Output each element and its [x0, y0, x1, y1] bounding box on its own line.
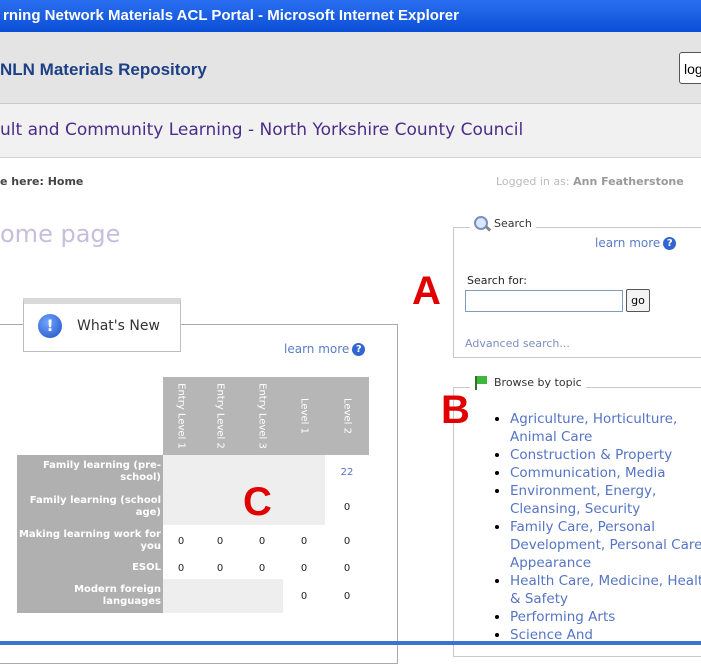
search-legend: Search	[470, 216, 536, 232]
topic-link[interactable]: Health Care, Medicine, Health & Safety	[510, 572, 701, 608]
browse-legend-label: Browse by topic	[494, 376, 582, 389]
row-label: ESOL	[17, 557, 163, 579]
help-icon: ?	[663, 237, 677, 250]
search-input[interactable]	[465, 290, 623, 312]
column-header: Level 2	[325, 377, 369, 455]
table-cell	[283, 455, 325, 489]
whats-new-learn-more-link[interactable]: learn more?	[284, 342, 366, 356]
row-label: Family learning (school age)	[17, 489, 163, 525]
row-label: Making learning work for you	[17, 525, 163, 557]
go-button[interactable]: go	[626, 289, 650, 312]
table-cell	[241, 579, 283, 613]
page-title: ome page	[0, 220, 121, 248]
table-cell: 0	[216, 535, 224, 547]
organisation-title: ult and Community Learning - North Yorks…	[0, 120, 524, 140]
row-label: Modern foreign languages	[17, 579, 163, 613]
table-cell	[199, 489, 241, 525]
table-cell: 0	[343, 562, 351, 574]
table-row: Family learning (school age) 0	[17, 489, 369, 525]
topic-link[interactable]: Performing Arts	[510, 608, 701, 626]
table-row: ESOL 0 0 0 0 0	[17, 557, 369, 579]
organisation-header: ult and Community Learning - North Yorks…	[0, 104, 701, 158]
table-cell: 0	[177, 535, 185, 547]
logged-in-prefix: Logged in as:	[496, 175, 570, 188]
help-icon: ?	[352, 343, 366, 356]
annotation-marker-b: B	[441, 388, 470, 432]
logged-in-user[interactable]: Ann Featherstone	[573, 175, 684, 188]
table-cell: 0	[300, 590, 308, 602]
search-learn-more-link[interactable]: learn more?	[595, 236, 677, 250]
table-cell	[283, 489, 325, 525]
login-button[interactable]: log	[679, 52, 701, 84]
table-cell: 0	[258, 535, 266, 547]
matrix-corner	[17, 377, 163, 455]
annotation-marker-c: C	[243, 480, 272, 524]
info-icon: !	[38, 314, 62, 338]
whats-new-label: What's New	[77, 318, 160, 334]
repository-title: NLN Materials Repository	[0, 60, 207, 79]
browse-legend: Browse by topic	[470, 376, 586, 390]
table-cell	[163, 579, 199, 613]
breadcrumb: e here: Home	[0, 175, 84, 188]
row-label: Family learning (pre-school)	[17, 455, 163, 489]
flag-icon	[474, 376, 488, 390]
table-row: Family learning (pre-school) 22	[17, 455, 369, 489]
table-cell: 0	[300, 562, 308, 574]
magnifier-icon	[474, 216, 490, 232]
window-title-bar: rning Network Materials ACL Portal - Mic…	[0, 0, 701, 32]
table-cell: 0	[177, 562, 185, 574]
table-cell: 0	[258, 562, 266, 574]
window-bottom-edge	[0, 641, 701, 645]
logged-in-status: Logged in as: Ann Featherstone	[496, 175, 684, 188]
topic-link[interactable]: Agriculture, Horticulture, Animal Care	[510, 410, 701, 446]
table-row: Modern foreign languages 0 0	[17, 579, 369, 613]
topic-link[interactable]: Environment, Energy, Cleansing, Security	[510, 482, 701, 518]
search-for-label: Search for:	[467, 274, 527, 287]
table-cell	[199, 455, 241, 489]
table-cell: 0	[343, 501, 351, 513]
table-cell-link[interactable]: 22	[325, 455, 369, 489]
column-header: Entry Level 3	[241, 377, 283, 455]
whats-new-matrix: Entry Level 1 Entry Level 2 Entry Level …	[17, 377, 369, 613]
topic-link[interactable]: Communication, Media	[510, 464, 701, 482]
learn-more-text: learn more	[595, 236, 661, 250]
annotation-marker-a: A	[412, 269, 441, 313]
column-header: Entry Level 2	[199, 377, 241, 455]
table-cell	[163, 489, 199, 525]
topic-list: Agriculture, Horticulture, Animal Care C…	[493, 410, 701, 644]
table-cell: 0	[300, 535, 308, 547]
search-legend-label: Search	[494, 217, 532, 230]
table-cell: 0	[216, 562, 224, 574]
table-cell	[163, 455, 199, 489]
table-cell: 0	[343, 590, 351, 602]
column-header: Entry Level 1	[163, 377, 199, 455]
table-cell	[199, 579, 241, 613]
whats-new-tab[interactable]: ! What's New	[23, 298, 181, 352]
matrix-header-row: Entry Level 1 Entry Level 2 Entry Level …	[17, 377, 369, 455]
topic-link[interactable]: Construction & Property	[510, 446, 701, 464]
learn-more-text: learn more	[284, 342, 350, 356]
table-row: Making learning work for you 0 0 0 0 0	[17, 525, 369, 557]
column-header: Level 1	[283, 377, 325, 455]
table-cell: 0	[343, 535, 351, 547]
topic-link[interactable]: Family Care, Personal Development, Perso…	[510, 518, 701, 572]
repository-header: NLN Materials Repository log	[0, 32, 701, 104]
advanced-search-link[interactable]: Advanced search...	[465, 337, 570, 350]
